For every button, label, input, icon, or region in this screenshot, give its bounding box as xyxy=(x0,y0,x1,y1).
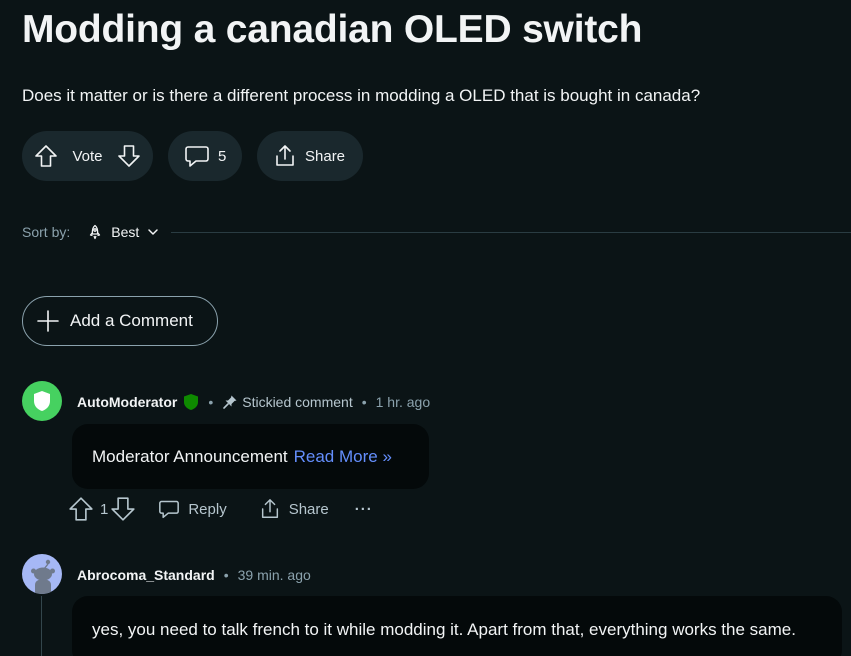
share-button[interactable]: Share xyxy=(257,131,363,181)
vote-count: 1 xyxy=(100,500,109,518)
stickied-label: Stickied comment xyxy=(242,394,353,410)
reply-button[interactable]: Reply xyxy=(158,499,227,519)
post-body: Does it matter or is there a different p… xyxy=(22,86,701,105)
comment-time: 1 hr. ago xyxy=(375,394,431,410)
stickied-badge: Stickied comment xyxy=(222,394,353,410)
upvote-icon[interactable] xyxy=(68,496,94,522)
comment-text: Moderator Announcement xyxy=(92,447,288,466)
separator-dot: • xyxy=(223,567,229,583)
avatar[interactable] xyxy=(22,381,62,421)
comment-time: 39 min. ago xyxy=(237,567,311,583)
vote-bar: Vote xyxy=(22,131,153,181)
comment-meta: AutoModerator • Stickied comment • 1 hr.… xyxy=(77,392,430,412)
separator-dot: • xyxy=(208,394,214,410)
moderator-shield-icon xyxy=(183,393,199,411)
comment-author[interactable]: Abrocoma_Standard xyxy=(77,567,215,583)
chevron-down-icon xyxy=(147,226,159,238)
plus-icon xyxy=(36,309,60,333)
add-comment-button[interactable]: Add a Comment xyxy=(22,296,218,346)
comment-bubble: Moderator Announcement Read More » xyxy=(72,424,429,489)
sort-divider xyxy=(171,231,851,233)
share-label: Share xyxy=(305,147,346,165)
comment-bubble: yes, you need to talk french to it while… xyxy=(72,596,842,656)
comment-actions: 1 Reply Share ··· xyxy=(68,495,373,523)
sort-row: Sort by: Best xyxy=(22,221,851,243)
sort-label: Sort by: xyxy=(22,224,71,240)
upvote-icon[interactable] xyxy=(34,144,58,168)
comment-count: 5 xyxy=(218,147,227,165)
comment-text: yes, you need to talk french to it while… xyxy=(92,620,796,639)
pin-icon xyxy=(222,394,238,410)
separator-dot: • xyxy=(361,394,367,410)
share-icon xyxy=(259,498,281,520)
snoo-icon xyxy=(22,554,62,594)
reply-label: Reply xyxy=(188,500,227,518)
thread-line[interactable] xyxy=(41,596,42,656)
comment-icon xyxy=(184,144,210,168)
share-label: Share xyxy=(288,500,329,518)
downvote-icon[interactable] xyxy=(117,144,141,168)
comments-button[interactable]: 5 xyxy=(168,131,242,181)
comment-author[interactable]: AutoModerator xyxy=(77,394,177,410)
comment-icon xyxy=(158,499,180,519)
rocket-icon xyxy=(87,224,103,240)
sort-dropdown[interactable]: Best xyxy=(87,224,159,240)
add-comment-label: Add a Comment xyxy=(70,311,193,330)
post-title: Modding a canadian OLED switch xyxy=(22,8,643,51)
comment-meta: Abrocoma_Standard • 39 min. ago xyxy=(77,565,311,585)
shield-icon xyxy=(32,390,52,412)
avatar[interactable] xyxy=(22,554,62,594)
vote-label: Vote xyxy=(72,147,103,165)
read-more-link[interactable]: Read More » xyxy=(294,447,392,466)
sort-value: Best xyxy=(111,224,140,240)
more-options-button[interactable]: ··· xyxy=(355,501,373,518)
share-icon xyxy=(273,144,297,168)
downvote-icon[interactable] xyxy=(110,496,136,522)
share-button[interactable]: Share xyxy=(259,498,329,520)
